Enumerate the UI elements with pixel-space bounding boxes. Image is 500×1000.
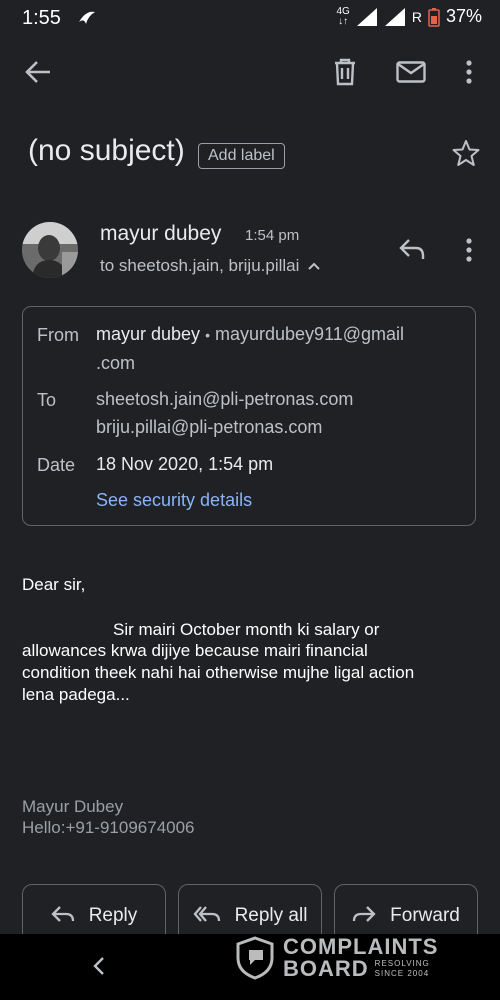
date-label: Date — [37, 455, 76, 475]
from-name: mayur dubey — [96, 324, 201, 344]
from-label: From — [37, 325, 79, 345]
from-value: mayur dubey • mayurdubey911@gmail .com — [96, 320, 404, 377]
body-line: lena padega... — [22, 685, 130, 704]
watermark-tagline: SINCE 2004 — [374, 969, 430, 978]
body-line: condition theek nahi hai otherwise mujhe… — [22, 663, 415, 682]
roaming-indicator: R — [411, 8, 422, 25]
to-label: To — [37, 390, 57, 410]
signature-name: Mayur Dubey — [22, 797, 124, 816]
security-details-link[interactable]: See security details — [96, 490, 252, 511]
reply-icon[interactable] — [398, 238, 426, 260]
message-more-options-icon[interactable] — [466, 238, 472, 262]
battery-icon — [428, 7, 440, 27]
star-icon[interactable] — [452, 139, 480, 167]
to-address: sheetosh.jain@pli-petronas.com — [96, 389, 354, 409]
watermark-tagline: RESOLVING — [374, 959, 430, 968]
reply-icon — [51, 906, 74, 922]
back-arrow-icon[interactable] — [22, 56, 54, 88]
watermark-line2: BOARD — [283, 956, 369, 981]
status-time: 1:55 — [22, 7, 61, 29]
reply-all-label: Reply all — [234, 905, 308, 926]
sent-time: 1:54 pm — [245, 227, 300, 244]
reply-label: Reply — [88, 905, 138, 926]
body-line: Sir mairi October month ki salary or — [113, 620, 380, 639]
nav-back-icon[interactable] — [92, 956, 106, 976]
mark-unread-mail-icon[interactable] — [395, 56, 427, 88]
reply-all-icon — [193, 906, 220, 922]
network-type: 4G ↓↑ — [336, 5, 350, 27]
to-value: sheetosh.jain@pli-petronas.com briju.pil… — [96, 385, 353, 441]
more-options-icon[interactable] — [458, 56, 480, 88]
delete-icon[interactable] — [330, 56, 360, 88]
complaintsboard-watermark: COMPLAINTS BOARD RESOLVING SINCE 2004 — [235, 936, 438, 980]
signal-icon — [384, 7, 405, 26]
date-value: 18 Nov 2020, 1:54 pm — [96, 454, 274, 474]
shield-logo-icon — [236, 936, 274, 980]
recipients-summary: to sheetosh.jain, briju.pillai — [100, 256, 300, 275]
watermark-line1: COMPLAINTS — [283, 934, 439, 959]
from-separator: • — [205, 327, 210, 343]
status-icons: 4G ↓↑ R 37% — [336, 5, 482, 27]
recipients-toggle[interactable]: to sheetosh.jain, briju.pillai — [100, 256, 321, 276]
forward-icon — [353, 906, 376, 922]
app-notification-icon — [76, 8, 98, 28]
chevron-up-icon — [308, 262, 321, 270]
forward-label: Forward — [390, 905, 460, 926]
battery-level: 37% — [445, 6, 482, 26]
sender-avatar[interactable] — [22, 222, 78, 278]
from-email: mayurdubey911@gmail — [215, 324, 405, 344]
add-label-button[interactable]: Add label — [198, 143, 285, 169]
body-greeting: Dear sir, — [22, 575, 86, 594]
from-email-continued: .com — [96, 353, 136, 373]
sender-name: mayur dubey — [100, 222, 222, 245]
signature-phone: Hello:+91-9109674006 — [22, 818, 195, 837]
signal-icon — [356, 7, 377, 26]
to-address: briju.pillai@pli-petronas.com — [96, 417, 323, 437]
message-details-panel: From mayur dubey • mayurdubey911@gmail .… — [22, 306, 476, 526]
body-line: allowances krwa dijiye because mairi fin… — [22, 641, 368, 660]
email-subject: (no subject) — [28, 134, 185, 167]
